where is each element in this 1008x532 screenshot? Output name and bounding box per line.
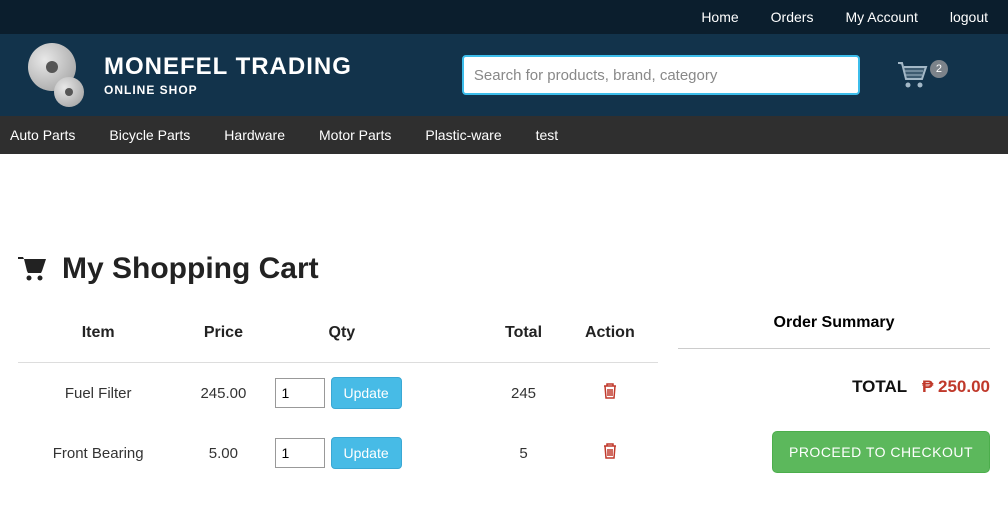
cell-item: Front Bearing bbox=[18, 423, 178, 483]
qty-input[interactable] bbox=[275, 438, 325, 468]
top-nav: Home Orders My Account logout bbox=[0, 0, 1008, 34]
cell-item: Fuel Filter bbox=[18, 363, 178, 424]
cat-bicycle-parts[interactable]: Bicycle Parts bbox=[109, 127, 190, 143]
brand-subtitle: ONLINE SHOP bbox=[104, 83, 352, 97]
cell-total: 245 bbox=[485, 363, 561, 424]
cell-price: 245.00 bbox=[178, 363, 268, 424]
cat-hardware[interactable]: Hardware bbox=[224, 127, 285, 143]
search-wrap bbox=[462, 55, 860, 95]
cat-plastic-ware[interactable]: Plastic-ware bbox=[425, 127, 501, 143]
search-input[interactable] bbox=[462, 55, 860, 95]
cell-price: 5.00 bbox=[178, 423, 268, 483]
col-total: Total bbox=[485, 314, 561, 363]
cart-button[interactable]: 2 bbox=[896, 61, 948, 89]
col-qty: Qty bbox=[269, 314, 486, 363]
page-title: My Shopping Cart bbox=[62, 252, 319, 286]
cart-title-icon bbox=[18, 256, 48, 282]
cart-table: Item Price Qty Total Action Fuel Filter … bbox=[18, 314, 658, 483]
logo[interactable]: MONEFEL TRADING ONLINE SHOP bbox=[18, 43, 352, 107]
trash-icon bbox=[602, 442, 618, 460]
cart-icon bbox=[896, 61, 928, 89]
logo-text: MONEFEL TRADING ONLINE SHOP bbox=[104, 53, 352, 97]
nav-home[interactable]: Home bbox=[701, 9, 738, 25]
summary-title: Order Summary bbox=[678, 314, 990, 349]
update-button[interactable]: Update bbox=[331, 377, 402, 409]
main-content: My Shopping Cart Item Price Qty Total Ac… bbox=[0, 154, 1008, 513]
total-label: TOTAL bbox=[852, 377, 907, 396]
summary-total: TOTAL ₱ 250.00 bbox=[678, 377, 990, 397]
delete-button[interactable] bbox=[602, 387, 618, 404]
col-item: Item bbox=[18, 314, 178, 363]
col-price: Price bbox=[178, 314, 268, 363]
page-title-wrap: My Shopping Cart bbox=[18, 252, 990, 286]
cat-auto-parts[interactable]: Auto Parts bbox=[10, 127, 75, 143]
header: MONEFEL TRADING ONLINE SHOP 2 bbox=[0, 34, 1008, 116]
cart-badge: 2 bbox=[930, 60, 948, 78]
table-row: Front Bearing 5.00 Update 5 bbox=[18, 423, 658, 483]
category-nav: Auto Parts Bicycle Parts Hardware Motor … bbox=[0, 116, 1008, 154]
nav-orders[interactable]: Orders bbox=[771, 9, 814, 25]
cat-motor-parts[interactable]: Motor Parts bbox=[319, 127, 391, 143]
trash-icon bbox=[602, 382, 618, 400]
cat-test[interactable]: test bbox=[536, 127, 559, 143]
checkout-button[interactable]: PROCEED TO CHECKOUT bbox=[772, 431, 990, 473]
col-action: Action bbox=[562, 314, 658, 363]
cell-total: 5 bbox=[485, 423, 561, 483]
qty-input[interactable] bbox=[275, 378, 325, 408]
gears-icon bbox=[18, 43, 90, 107]
delete-button[interactable] bbox=[602, 447, 618, 464]
nav-my-account[interactable]: My Account bbox=[845, 9, 917, 25]
total-amount: ₱ 250.00 bbox=[922, 377, 990, 396]
brand-title: MONEFEL TRADING bbox=[104, 53, 352, 81]
table-row: Fuel Filter 245.00 Update 245 bbox=[18, 363, 658, 424]
update-button[interactable]: Update bbox=[331, 437, 402, 469]
nav-logout[interactable]: logout bbox=[950, 9, 988, 25]
